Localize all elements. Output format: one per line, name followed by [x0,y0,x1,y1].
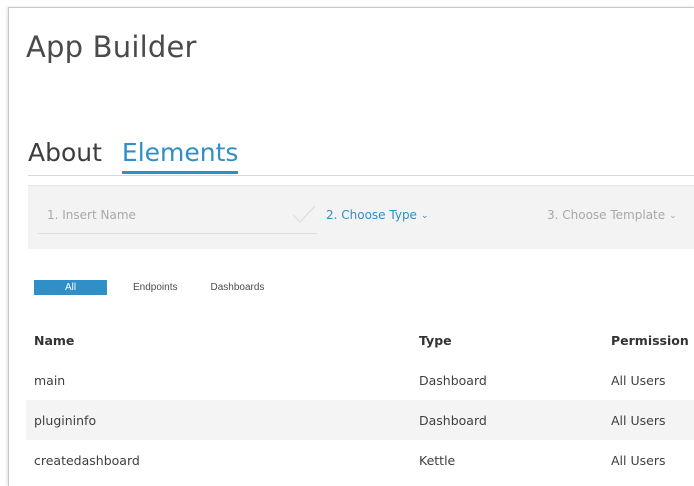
chevron-down-icon: ⌄ [669,211,677,221]
tab-bar: About Elements [28,138,258,174]
filter-endpoints[interactable]: Endpoints [133,282,177,293]
creation-wizard: 1. Insert Name 2. Choose Type ⌄ 3. Choose… [28,185,694,249]
chevron-down-icon: ⌄ [420,211,429,221]
column-header-permission[interactable]: Permission [611,333,689,348]
table-row[interactable]: plugininfo Dashboard All Users [26,400,694,440]
choose-type-dropdown[interactable]: 2. Choose Type ⌄ [326,208,429,222]
page-title: App Builder [26,30,197,64]
tab-divider [28,175,694,176]
row-type: Kettle [419,453,456,468]
row-type: Dashboard [419,413,487,428]
row-name: main [34,373,66,388]
check-icon [292,205,316,223]
table-row[interactable]: main Dashboard All Users [26,360,694,400]
tab-elements[interactable]: Elements [121,138,239,174]
row-permission: All Users [611,453,666,468]
elements-table: Name Type Permission main Dashboard All … [26,320,694,480]
choose-template-label: 3. Choose Template [547,208,666,222]
filter-all[interactable]: All [34,279,107,295]
column-header-type[interactable]: Type [419,333,452,348]
insert-name-field[interactable]: 1. Insert Name [38,198,317,234]
row-permission: All Users [611,413,666,428]
choose-type-label: 2. Choose Type [326,208,417,222]
filter-dashboards[interactable]: Dashboards [210,282,264,293]
row-name: plugininfo [34,413,97,428]
row-permission: All Users [611,373,666,388]
row-name: createdashboard [34,453,140,468]
table-header: Name Type Permission [26,320,694,360]
table-row[interactable]: createdashboard Kettle All Users [26,440,694,480]
choose-template-dropdown[interactable]: 3. Choose Template ⌄ [547,208,677,222]
insert-name-placeholder: 1. Insert Name [47,208,136,222]
column-header-name[interactable]: Name [34,333,74,348]
type-filter-bar: All Endpoints Dashboards [34,276,297,298]
tab-about[interactable]: About [28,138,102,174]
row-type: Dashboard [419,373,487,388]
app-builder-window: App Builder About Elements 1. Insert Nam… [8,7,694,486]
